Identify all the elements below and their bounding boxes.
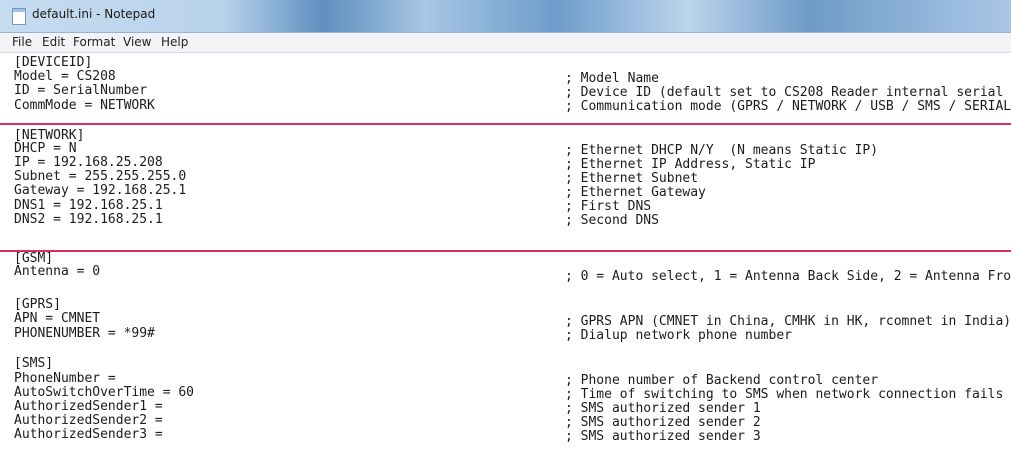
line-key: AuthorizedSender2 = [14, 413, 163, 428]
line-key: IP = 192.168.25.208 [14, 155, 163, 170]
menu-file[interactable]: File [12, 35, 32, 49]
menu-help[interactable]: Help [161, 35, 188, 49]
line-comment: ; 0 = Auto select, 1 = Antenna Back Side… [565, 269, 1011, 284]
menu-bar: File Edit Format View Help [0, 33, 1011, 53]
title-bar[interactable]: default.ini - Notepad [0, 0, 1011, 33]
line-key: [SMS] [14, 356, 54, 371]
line-key: DNS2 = 192.168.25.1 [14, 212, 163, 227]
line-key: PHONENUMBER = *99# [14, 326, 155, 341]
line-comment: ; GPRS APN (CMNET in China, CMHK in HK, … [565, 314, 1011, 329]
menu-edit[interactable]: Edit [42, 35, 65, 49]
highlight-line-bottom [0, 250, 1011, 252]
line-comment: ; Communication mode (GPRS / NETWORK / U… [565, 99, 1011, 114]
line-key: [GPRS] [14, 297, 61, 312]
line-key: APN = CMNET [14, 311, 101, 326]
line-key: Gateway = 192.168.25.1 [14, 183, 187, 198]
line-key: Model = CS208 [14, 69, 116, 84]
text-editor-area[interactable]: [DEVICEID] Model = CS208 ; Model Name ID… [0, 53, 1011, 455]
line-comment: ; SMS authorized sender 3 [565, 429, 761, 444]
menu-format[interactable]: Format [73, 35, 115, 49]
line-key: AuthorizedSender3 = [14, 427, 163, 442]
line-key: DNS1 = 192.168.25.1 [14, 198, 163, 213]
line-comment: ; Model Name [565, 71, 659, 86]
line-key: Subnet = 255.255.255.0 [14, 169, 187, 184]
notepad-icon [12, 8, 26, 25]
notepad-window: default.ini - Notepad File Edit Format V… [0, 0, 1011, 455]
line-comment: ; Phone number of Backend control center [565, 373, 879, 388]
line-key: [DEVICEID] [14, 55, 93, 70]
line-key: AutoSwitchOverTime = 60 [14, 385, 195, 400]
line-comment: ; Device ID (default set to CS208 Reader… [565, 85, 1004, 100]
line-comment: ; Ethernet Gateway [565, 185, 706, 200]
line-comment: ; First DNS [565, 199, 652, 214]
line-comment: ; Second DNS [565, 213, 659, 228]
line-comment: ; Ethernet IP Address, Static IP [565, 157, 816, 172]
line-comment: ; Time of switching to SMS when network … [565, 387, 1004, 402]
line-comment: ; SMS authorized sender 1 [565, 401, 761, 416]
line-comment: ; Ethernet Subnet [565, 171, 699, 186]
highlight-line-top [0, 123, 1011, 125]
line-key: ID = SerialNumber [14, 83, 148, 98]
menu-view[interactable]: View [123, 35, 151, 49]
line-comment: ; Dialup network phone number [565, 328, 792, 343]
line-comment: ; SMS authorized sender 2 [565, 415, 761, 430]
window-title: default.ini - Notepad [32, 7, 156, 21]
line-key: CommMode = NETWORK [14, 98, 155, 113]
line-comment: ; Ethernet DHCP N/Y (N means Static IP) [565, 143, 879, 158]
line-key: AuthorizedSender1 = [14, 399, 163, 414]
line-key: PhoneNumber = [14, 371, 116, 386]
line-key: Antenna = 0 [14, 264, 101, 279]
line-key: DHCP = N [14, 141, 77, 156]
